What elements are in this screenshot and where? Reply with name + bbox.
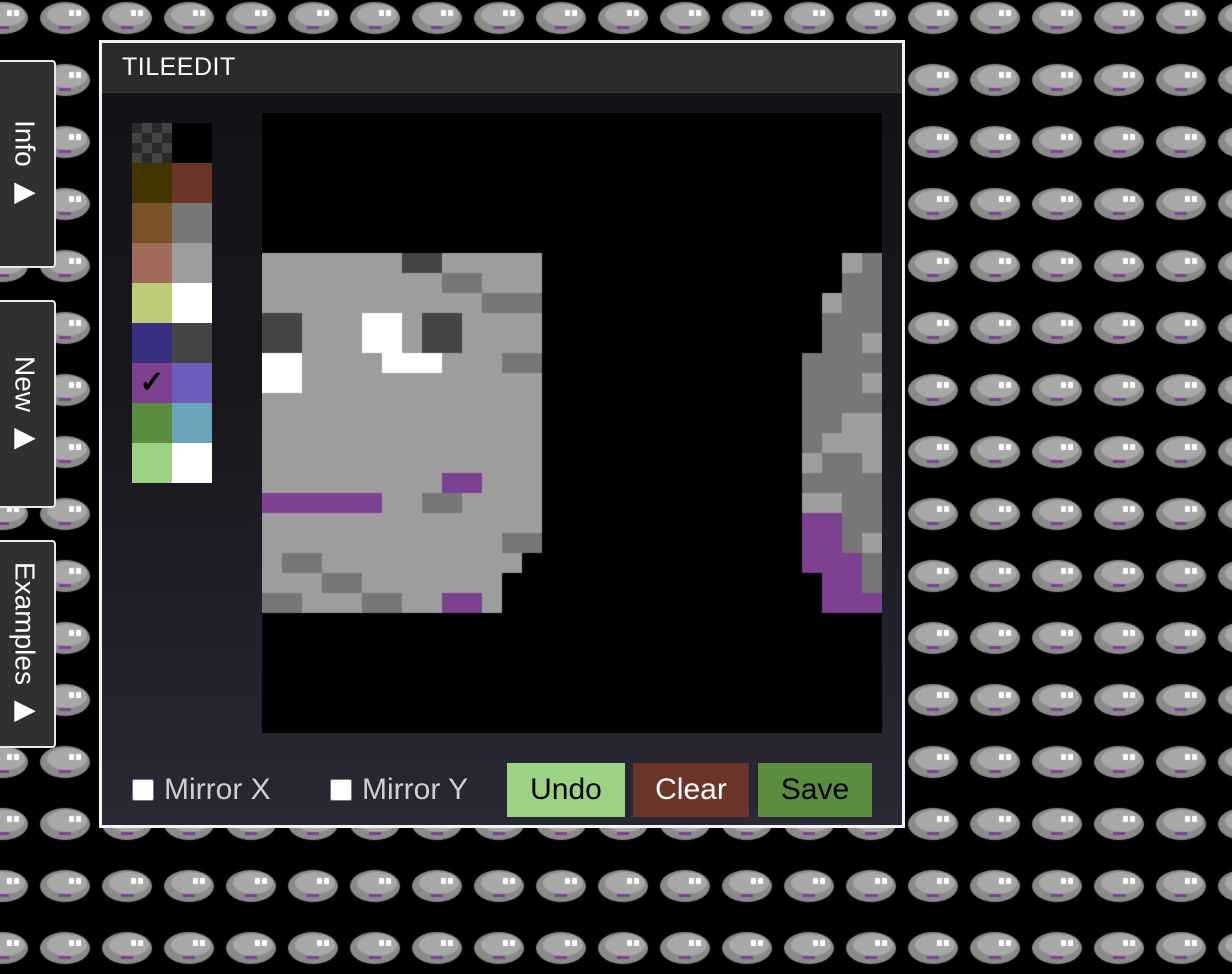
mirror-x-label: Mirror X — [164, 773, 271, 806]
palette-swatch[interactable] — [172, 323, 212, 363]
palette-swatch[interactable] — [172, 163, 212, 203]
palette-swatch[interactable] — [132, 203, 172, 243]
palette-swatch[interactable] — [172, 283, 212, 323]
palette-swatch[interactable] — [132, 123, 172, 163]
palette-swatch[interactable] — [132, 163, 172, 203]
clear-button[interactable]: Clear — [633, 763, 749, 817]
examples-tab[interactable]: Examples ▶ — [0, 540, 56, 748]
palette-swatch[interactable] — [132, 283, 172, 323]
tileedit-window: TILEEDIT ✓ Mirror X Mirror Y Undo Clear … — [99, 40, 905, 828]
mirror-x-checkbox[interactable] — [132, 779, 154, 801]
palette-swatch[interactable] — [132, 323, 172, 363]
palette-swatch[interactable] — [172, 243, 212, 283]
new-tab-label: New ▶ — [9, 355, 41, 453]
examples-tab-label: Examples ▶ — [9, 562, 41, 726]
mirror-x-toggle[interactable]: Mirror X — [132, 763, 271, 817]
palette-swatch[interactable]: ✓ — [132, 363, 172, 403]
palette-swatch[interactable] — [172, 123, 212, 163]
mirror-y-label: Mirror Y — [362, 773, 469, 806]
controls-bar: Mirror X Mirror Y Undo Clear Save — [132, 763, 872, 817]
save-button[interactable]: Save — [758, 763, 872, 817]
mirror-y-toggle[interactable]: Mirror Y — [330, 763, 468, 817]
new-tab[interactable]: New ▶ — [0, 300, 56, 508]
mirror-y-checkbox[interactable] — [330, 779, 352, 801]
title-bar: TILEEDIT — [102, 43, 902, 93]
tile-canvas[interactable] — [262, 113, 882, 733]
window-title: TILEEDIT — [122, 53, 236, 81]
undo-button[interactable]: Undo — [507, 763, 625, 817]
palette-swatch[interactable] — [172, 363, 212, 403]
palette-swatch[interactable] — [132, 403, 172, 443]
selected-check-icon: ✓ — [139, 366, 165, 399]
palette-swatch[interactable] — [172, 443, 212, 483]
info-tab[interactable]: Info ▶ — [0, 60, 56, 268]
palette-swatch[interactable] — [132, 243, 172, 283]
palette-swatch[interactable] — [132, 443, 172, 483]
info-tab-label: Info ▶ — [9, 120, 41, 208]
palette-swatch[interactable] — [172, 203, 212, 243]
palette-swatch[interactable] — [172, 403, 212, 443]
